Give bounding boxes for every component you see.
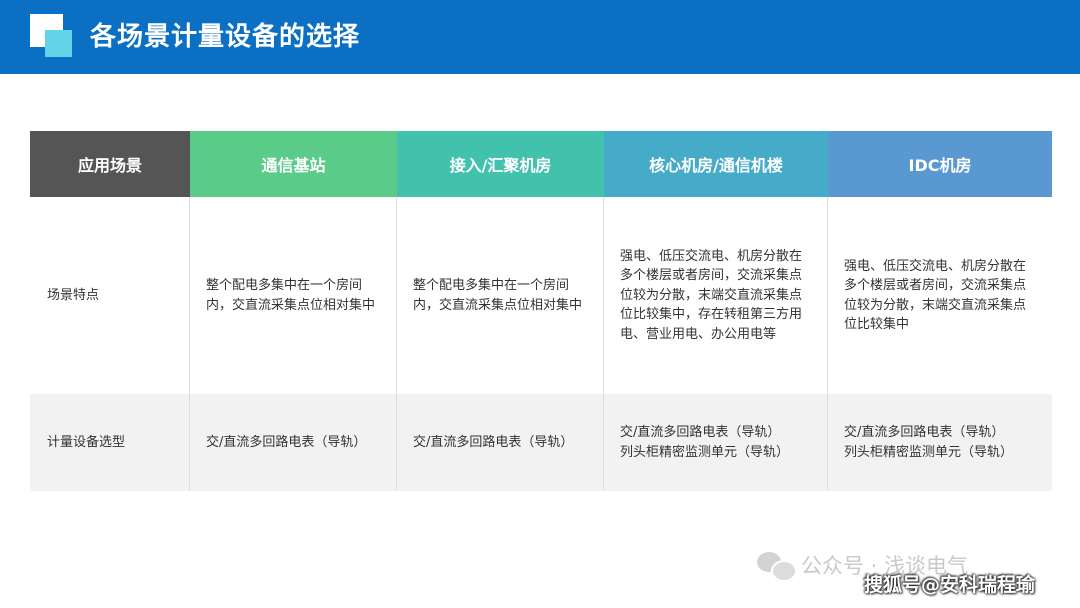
table-row: 场景特点 整个配电多集中在一个房间内，交直流采集点位相对集中 整个配电多集中在一… bbox=[30, 197, 1052, 394]
table-cell: 交/直流多回路电表（导轨） 列头柜精密监测单元（导轨） bbox=[604, 394, 828, 491]
column-header-base-station: 通信基站 bbox=[190, 131, 397, 197]
table-cell: 交/直流多回路电表（导轨） 列头柜精密监测单元（导轨） bbox=[828, 394, 1052, 491]
page-title: 各场景计量设备的选择 bbox=[90, 22, 361, 52]
table-cell: 交/直流多回路电表（导轨） bbox=[190, 394, 397, 491]
table-cell: 强电、低压交流电、机房分散在多个楼层或者房间，交流采集点位较为分散，末端交直流采… bbox=[604, 197, 828, 394]
column-header-access-room: 接入/汇聚机房 bbox=[397, 131, 604, 197]
table-cell: 整个配电多集中在一个房间内，交直流采集点位相对集中 bbox=[190, 197, 397, 394]
logo-squares-icon bbox=[0, 0, 80, 74]
wechat-icon bbox=[757, 550, 797, 582]
row-label: 场景特点 bbox=[30, 197, 190, 394]
column-header-core-room: 核心机房/通信机楼 bbox=[604, 131, 828, 197]
table-header-row: 应用场景 通信基站 接入/汇聚机房 核心机房/通信机楼 IDC机房 bbox=[30, 131, 1052, 197]
selection-table: 应用场景 通信基站 接入/汇聚机房 核心机房/通信机楼 IDC机房 场景特点 整… bbox=[30, 131, 1052, 491]
table-row: 计量设备选型 交/直流多回路电表（导轨） 交/直流多回路电表（导轨） 交/直流多… bbox=[30, 394, 1052, 491]
row-label: 计量设备选型 bbox=[30, 394, 190, 491]
table-cell: 强电、低压交流电、机房分散在多个楼层或者房间，交流采集点位较为分散，末端交直流采… bbox=[828, 197, 1052, 394]
header-bar: 各场景计量设备的选择 bbox=[0, 0, 1080, 74]
sohu-watermark: 搜狐号@安科瑞程瑜 bbox=[864, 574, 1036, 596]
column-header-scenario: 应用场景 bbox=[30, 131, 190, 197]
table-cell: 整个配电多集中在一个房间内，交直流采集点位相对集中 bbox=[397, 197, 604, 394]
table-cell: 交/直流多回路电表（导轨） bbox=[397, 394, 604, 491]
column-header-idc-room: IDC机房 bbox=[828, 131, 1052, 197]
